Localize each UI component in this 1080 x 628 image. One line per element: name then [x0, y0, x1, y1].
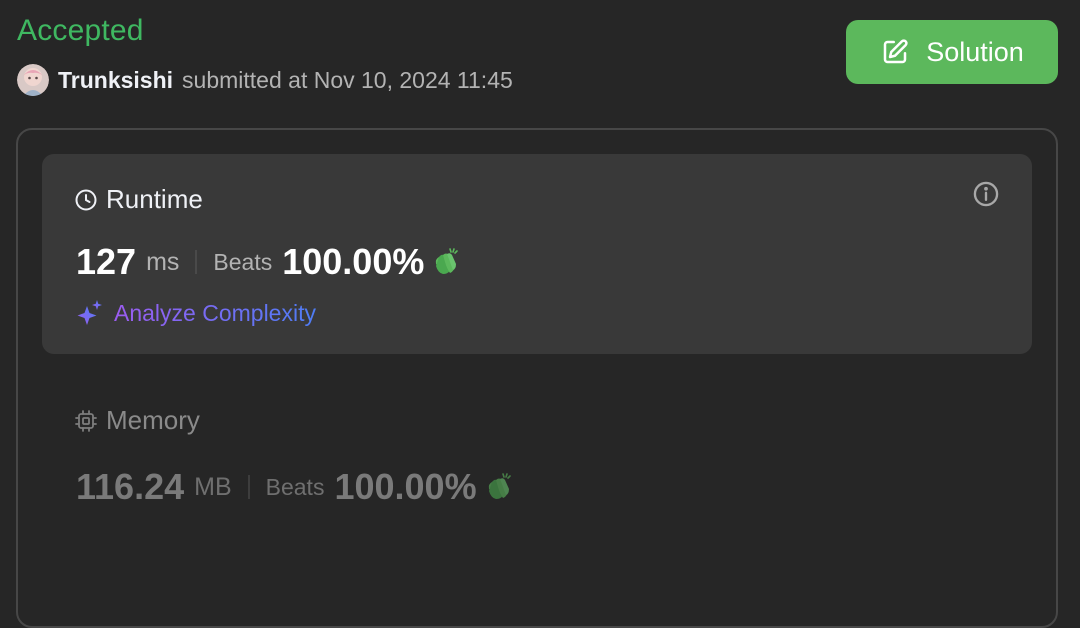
divider [195, 250, 198, 274]
chip-icon [75, 409, 97, 432]
analyze-complexity-link[interactable]: Analyze Complexity [74, 298, 316, 328]
username-link[interactable]: Trunksishi [58, 67, 173, 94]
divider [247, 475, 250, 499]
memory-value: 116.24 [76, 466, 185, 507]
runtime-header: Runtime [74, 184, 203, 215]
runtime-beats-label: Beats [213, 248, 273, 275]
runtime-metric: 127 ms Beats 100.00% [76, 240, 462, 284]
submission-info: Trunksishi submitted at Nov 10, 2024 11:… [17, 64, 513, 96]
solution-button[interactable]: Solution [846, 20, 1058, 84]
memory-unit: MB [194, 472, 232, 501]
memory-title: Memory [106, 405, 200, 435]
sparkle-icon [77, 300, 102, 325]
user-avatar[interactable] [17, 64, 49, 96]
edit-icon [883, 39, 908, 64]
runtime-unit: ms [146, 247, 180, 276]
clap-icon [488, 473, 511, 499]
runtime-title: Runtime [106, 184, 203, 214]
runtime-value: 127 [76, 241, 137, 282]
memory-beats-value: 100.00% [334, 466, 477, 507]
runtime-card[interactable]: Runtime 127 ms Beats 100.00% Analyze Com… [42, 154, 1032, 354]
status-accepted: Accepted [17, 14, 144, 47]
info-icon[interactable] [972, 180, 1000, 213]
memory-header[interactable]: Memory [74, 405, 200, 436]
solution-button-label: Solution [926, 36, 1024, 67]
memory-beats-label: Beats [265, 473, 325, 500]
clock-icon [75, 189, 97, 210]
submitted-time: submitted at Nov 10, 2024 11:45 [182, 66, 513, 93]
clap-icon [436, 248, 459, 274]
memory-metric: 116.24 MB Beats 100.00% [76, 465, 515, 509]
analyze-complexity-label: Analyze Complexity [114, 299, 316, 326]
runtime-beats-value: 100.00% [282, 241, 425, 282]
